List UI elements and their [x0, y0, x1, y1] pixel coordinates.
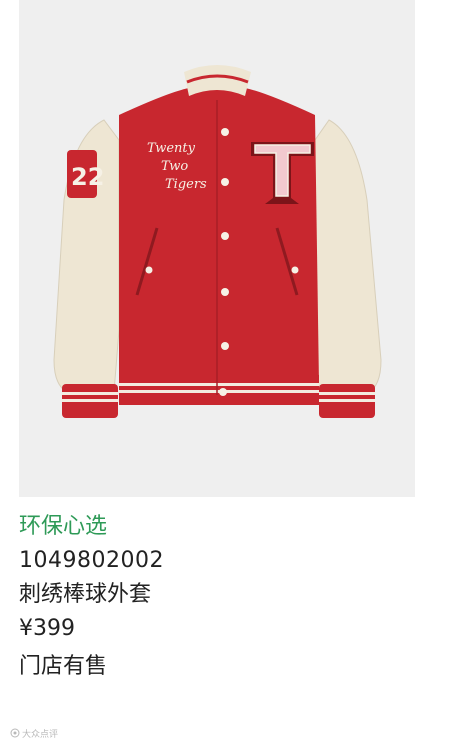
product-image[interactable]: Twenty Two Tigers 22: [19, 0, 415, 497]
dianping-logo-icon: [10, 728, 20, 742]
svg-text:22: 22: [71, 163, 104, 191]
svg-text:Twenty: Twenty: [147, 141, 196, 156]
eco-tag: 环保心选: [19, 514, 108, 539]
product-price: ¥399: [19, 616, 75, 641]
watermark-text: 大众点评: [22, 730, 59, 740]
availability-status: 门店有售: [19, 654, 108, 679]
svg-text:Two: Two: [161, 159, 188, 174]
jacket-icon: Twenty Two Tigers 22: [53, 65, 382, 418]
watermark: 大众点评: [10, 728, 58, 742]
article-number: 1049802002: [19, 548, 164, 573]
product-info: 环保心选 1049802002 刺绣棒球外套 ¥399 门店有售: [19, 510, 429, 684]
svg-text:Tigers: Tigers: [165, 177, 207, 192]
product-name[interactable]: 刺绣棒球外套: [19, 578, 429, 612]
